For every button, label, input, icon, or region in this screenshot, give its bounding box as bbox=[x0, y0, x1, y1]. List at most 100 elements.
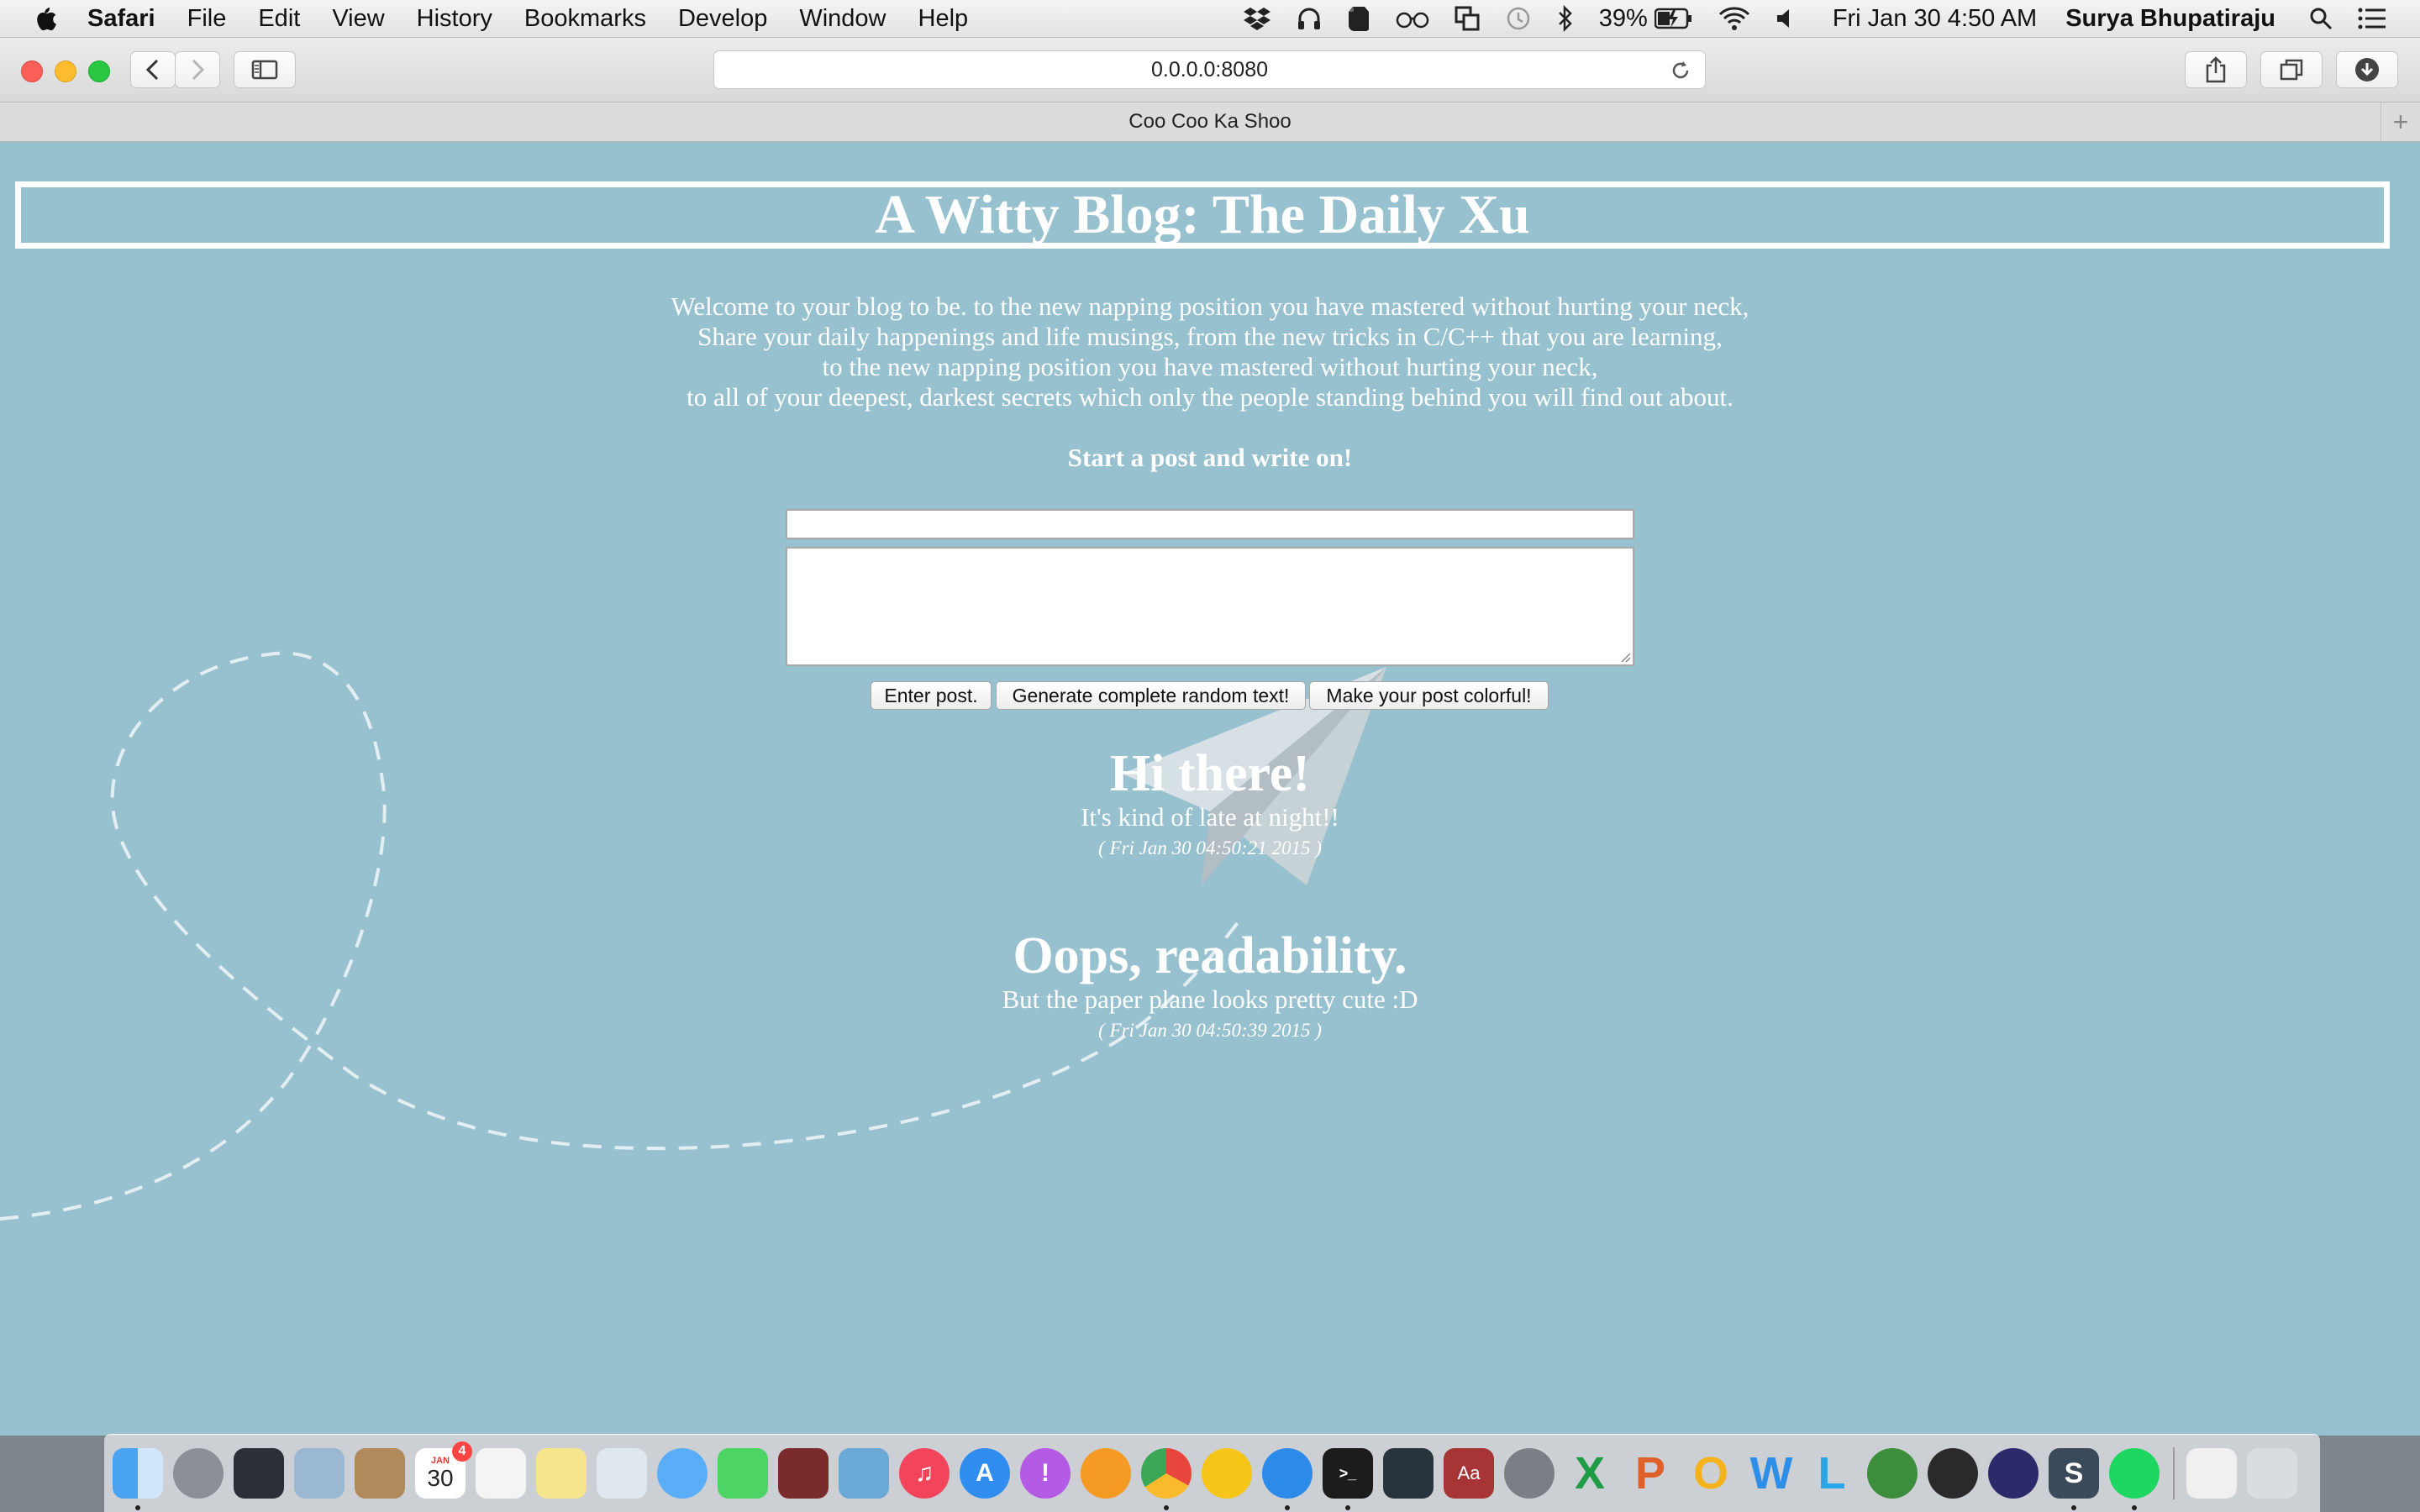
spotlight-icon[interactable] bbox=[2309, 7, 2333, 30]
eclipse-icon[interactable] bbox=[1988, 1448, 2039, 1499]
evernote-icon[interactable] bbox=[1347, 5, 1370, 32]
intro-line: Share your daily happenings and life mus… bbox=[697, 322, 1723, 351]
dictionary-icon[interactable]: Aa bbox=[1444, 1448, 1494, 1499]
blog-post: Oops, readability. But the paper plane l… bbox=[0, 927, 2420, 1043]
iphoto-icon[interactable] bbox=[839, 1448, 889, 1499]
tab-bar: Coo Coo Ka Shoo + bbox=[0, 102, 2420, 142]
clock[interactable]: Fri Jan 30 4:50 AM bbox=[1833, 5, 2037, 33]
sublime-text-icon[interactable]: S bbox=[2049, 1448, 2099, 1510]
sidebar-button[interactable] bbox=[234, 51, 296, 88]
photo-booth-icon[interactable] bbox=[778, 1448, 829, 1499]
blog-page: A Witty Blog: The Daily Xu Welcome to yo… bbox=[0, 142, 2420, 1436]
battery-percentage[interactable]: 39% bbox=[1599, 5, 1648, 33]
post-title: Oops, readability. bbox=[1013, 927, 1407, 984]
reading-glasses-icon[interactable] bbox=[1396, 8, 1429, 29]
messages-icon[interactable] bbox=[657, 1448, 708, 1499]
menu-view[interactable]: View bbox=[332, 5, 384, 33]
powerpoint-icon[interactable]: P bbox=[1625, 1448, 1676, 1499]
post-date: ( Fri Jan 30 04:50:21 2015 ) bbox=[1098, 837, 1322, 858]
close-window-button[interactable] bbox=[21, 60, 43, 82]
blog-post: Hi there! It's kind of late at night!! (… bbox=[0, 745, 2420, 861]
intro-text: Welcome to your blog to be. to the new n… bbox=[0, 291, 2420, 412]
back-button[interactable] bbox=[130, 51, 176, 88]
forward-button[interactable] bbox=[175, 51, 220, 88]
enter-post-button[interactable]: Enter post. bbox=[871, 681, 992, 710]
mission-control-icon[interactable] bbox=[234, 1448, 284, 1499]
ftp-icon[interactable] bbox=[1867, 1448, 1918, 1499]
menu-file[interactable]: File bbox=[187, 5, 227, 33]
contacts-icon[interactable] bbox=[355, 1448, 405, 1499]
excel-icon[interactable]: X bbox=[1565, 1448, 1615, 1499]
tab-title[interactable]: Coo Coo Ka Shoo bbox=[1128, 110, 1291, 134]
terminal-icon[interactable]: >_ bbox=[1323, 1448, 1373, 1510]
download-icon bbox=[2355, 58, 2379, 81]
volume-icon[interactable] bbox=[1776, 7, 1796, 30]
lync-icon[interactable]: L bbox=[1807, 1448, 1857, 1499]
facetime-icon[interactable] bbox=[718, 1448, 768, 1499]
copy-icon[interactable] bbox=[1455, 6, 1480, 31]
menu-history[interactable]: History bbox=[417, 5, 492, 33]
spotify-icon[interactable] bbox=[2109, 1448, 2160, 1510]
apple-icon[interactable] bbox=[34, 5, 57, 32]
downloads-button[interactable] bbox=[2336, 51, 2398, 88]
app-store-icon[interactable]: A bbox=[960, 1448, 1010, 1499]
finder-icon[interactable] bbox=[113, 1448, 163, 1510]
notes-icon[interactable] bbox=[536, 1448, 587, 1499]
post-title-input[interactable] bbox=[786, 509, 1634, 539]
dropbox-icon[interactable] bbox=[1243, 6, 1271, 31]
chevron-left-icon bbox=[145, 59, 159, 81]
make-colorful-button[interactable]: Make your post colorful! bbox=[1309, 681, 1549, 710]
calendar-day: 30 bbox=[427, 1465, 454, 1491]
show-all-tabs-button[interactable] bbox=[2260, 51, 2323, 88]
menu-develop[interactable]: Develop bbox=[678, 5, 767, 33]
menu-edit[interactable]: Edit bbox=[258, 5, 300, 33]
notification-center-icon[interactable] bbox=[2358, 8, 2386, 29]
itunes-icon[interactable]: ♫ bbox=[899, 1448, 950, 1499]
word-icon[interactable]: W bbox=[1746, 1448, 1797, 1499]
mail-icon[interactable] bbox=[294, 1448, 345, 1499]
bluetooth-icon[interactable] bbox=[1557, 5, 1574, 32]
share-button[interactable] bbox=[2185, 51, 2247, 88]
activity-monitor-icon[interactable] bbox=[1383, 1448, 1434, 1499]
chrome-icon[interactable] bbox=[1141, 1448, 1192, 1510]
post-body-textarea[interactable] bbox=[786, 547, 1634, 666]
minimize-window-button[interactable] bbox=[55, 60, 76, 82]
menu-bookmarks[interactable]: Bookmarks bbox=[524, 5, 646, 33]
user-name[interactable]: Surya Bhupatiraju bbox=[2065, 5, 2275, 33]
blog-header: A Witty Blog: The Daily Xu bbox=[15, 181, 2390, 249]
post-body: It's kind of late at night!! bbox=[1081, 802, 1339, 832]
post-body: But the paper plane looks pretty cute :D bbox=[1002, 984, 1418, 1014]
safari-icon[interactable] bbox=[1262, 1448, 1313, 1510]
reminders-icon[interactable] bbox=[476, 1448, 526, 1499]
menu-help[interactable]: Help bbox=[918, 5, 969, 33]
podcasts-icon[interactable]: ! bbox=[1020, 1448, 1071, 1499]
reload-icon[interactable] bbox=[1670, 60, 1691, 87]
trash-icon[interactable] bbox=[2247, 1448, 2297, 1499]
system-preferences-icon[interactable] bbox=[1504, 1448, 1555, 1499]
outlook-icon[interactable]: O bbox=[1686, 1448, 1736, 1499]
dock-separator bbox=[2173, 1447, 2175, 1499]
ibooks-icon[interactable] bbox=[1081, 1448, 1131, 1499]
preview-icon[interactable] bbox=[597, 1448, 647, 1499]
chrome-canary-icon[interactable] bbox=[1202, 1448, 1252, 1499]
address-bar[interactable]: 0.0.0.0:8080 bbox=[713, 50, 1706, 89]
battery-icon[interactable] bbox=[1654, 8, 1693, 29]
headphones-icon[interactable] bbox=[1297, 6, 1322, 31]
documents-icon[interactable] bbox=[2186, 1448, 2237, 1499]
new-tab-button[interactable]: + bbox=[2381, 102, 2420, 141]
menu-safari[interactable]: Safari bbox=[87, 5, 155, 33]
menu-window[interactable]: Window bbox=[799, 5, 886, 33]
resize-handle-icon[interactable] bbox=[1619, 651, 1631, 663]
calendar-icon[interactable]: JAN 30 4 bbox=[415, 1441, 472, 1499]
fullscreen-window-button[interactable] bbox=[88, 60, 110, 82]
post-date: ( Fri Jan 30 04:50:39 2015 ) bbox=[1098, 1020, 1322, 1041]
share-icon bbox=[2206, 56, 2226, 83]
generate-random-text-button[interactable]: Generate complete random text! bbox=[996, 681, 1306, 710]
wifi-icon[interactable] bbox=[1718, 6, 1750, 31]
intro-line: to the new napping position you have mas… bbox=[822, 352, 1598, 381]
tabs-icon bbox=[2280, 59, 2303, 81]
audio-icon[interactable] bbox=[1928, 1448, 1978, 1499]
launchpad-icon[interactable] bbox=[173, 1448, 224, 1499]
menu-bar: Safari File Edit View History Bookmarks … bbox=[0, 0, 2420, 38]
time-machine-icon[interactable] bbox=[1505, 5, 1532, 32]
